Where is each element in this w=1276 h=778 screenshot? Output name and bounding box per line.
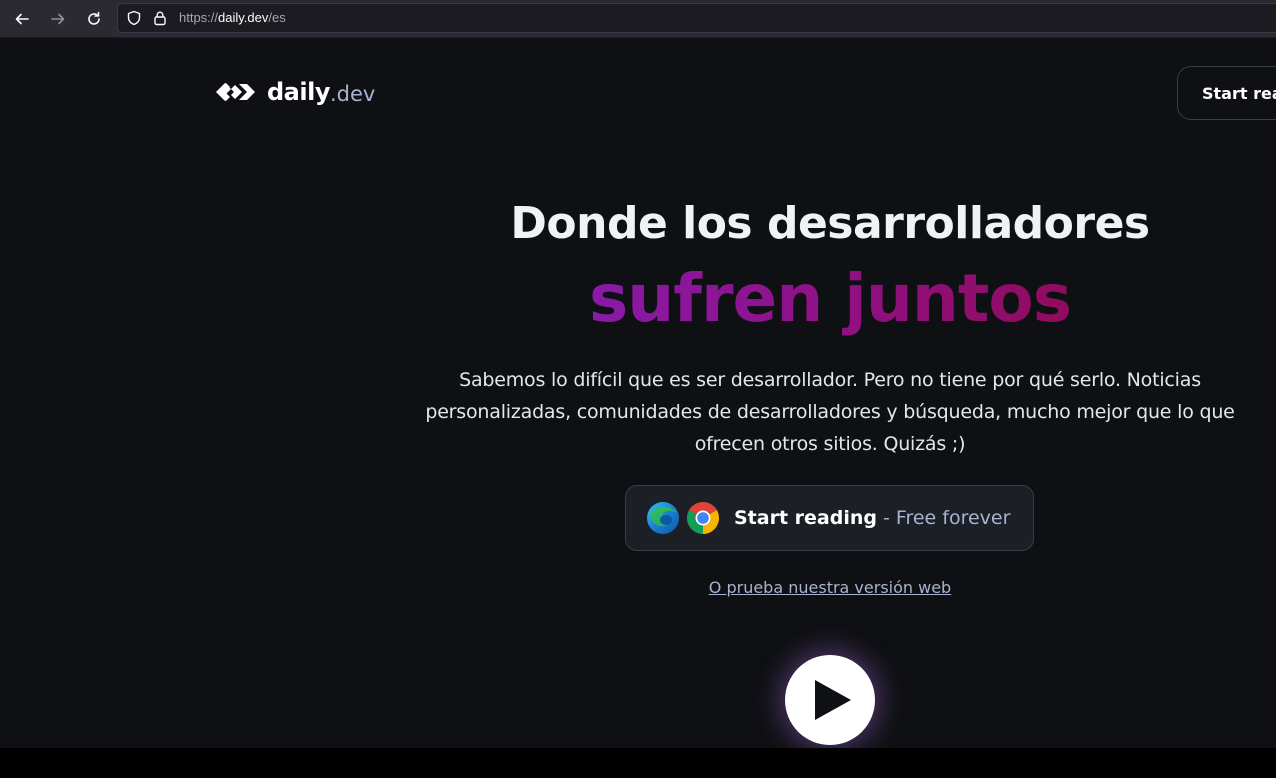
play-icon (815, 680, 851, 720)
page-content: daily .dev Start rea Donde los desarrolla… (0, 38, 1276, 748)
web-version-link[interactable]: O prueba nuestra versión web (630, 578, 1030, 597)
logo-wordmark: daily (267, 78, 330, 106)
bottom-edge (0, 748, 1276, 778)
daily-dev-logo[interactable]: daily .dev (213, 76, 375, 108)
start-reading-button[interactable]: Start reading - Free forever (625, 485, 1034, 551)
cta-muted-text: - Free forever (876, 507, 1011, 529)
chrome-browser-icon (687, 502, 719, 534)
daily-dev-logo-icon (216, 83, 255, 101)
hero-highlight-text: sufren juntos (588, 260, 1072, 337)
arrow-left-icon (15, 13, 29, 25)
hero-highlight: sufren juntos (330, 260, 1276, 337)
url-bar[interactable]: https://daily.dev/es (117, 3, 1276, 33)
back-button[interactable] (8, 5, 36, 33)
lock-icon[interactable] (152, 10, 168, 26)
url-text[interactable]: https://daily.dev/es (179, 10, 286, 25)
url-host: daily.dev (218, 10, 269, 25)
browser-toolbar: https://daily.dev/es (0, 0, 1276, 38)
start-reading-label: Start reading - Free forever (734, 507, 1010, 529)
url-scheme: https:// (179, 10, 219, 25)
play-video-button[interactable] (785, 655, 875, 745)
forward-button[interactable] (44, 5, 72, 33)
arrow-right-icon (51, 13, 65, 25)
reload-button[interactable] (80, 5, 108, 33)
edge-browser-icon (647, 502, 679, 534)
hero-description: Sabemos lo difícil que es ser desarrolla… (425, 369, 1235, 455)
header-start-reading-button[interactable]: Start rea (1177, 66, 1276, 120)
url-path: /es (268, 10, 286, 25)
shield-icon[interactable] (126, 10, 142, 26)
logo-suffix: .dev (329, 81, 376, 106)
cta-strong-text: Start reading (734, 507, 877, 529)
header-cta-label: Start rea (1202, 83, 1276, 103)
hero-title: Donde los desarrolladores (510, 198, 1150, 249)
reload-icon (88, 11, 100, 25)
